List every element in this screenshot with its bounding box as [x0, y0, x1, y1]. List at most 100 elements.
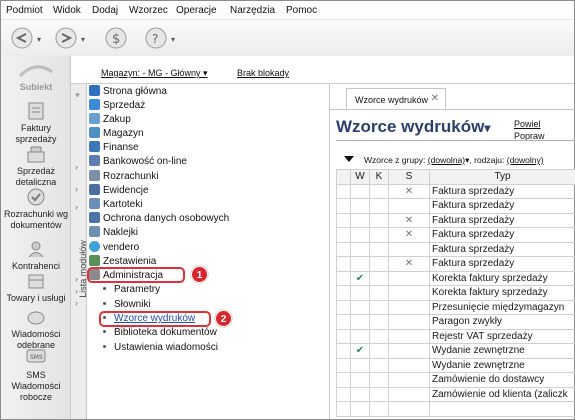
records-icon [89, 184, 100, 195]
nav-towary-i-uslugi[interactable]: Towary i usługi [1, 271, 71, 304]
templates-table: W K S Typ ✕ Faktura sprzedaży Faktura sprz… [336, 169, 575, 417]
row-selector-cell [336, 270, 351, 286]
inbox-icon [27, 311, 45, 325]
cell-w [350, 314, 370, 330]
row-selector-cell [336, 256, 351, 272]
tree-item-sprzedaz[interactable]: Sprzedaż [89, 99, 145, 112]
filter-kind-select[interactable]: (dowolny) [507, 155, 544, 165]
tree-item-finanse[interactable]: Finanse [89, 141, 139, 154]
column-header-k[interactable]: K [369, 169, 389, 185]
context-bar: Magazyn: - MG - Główny ▾ Brak blokady [71, 56, 574, 84]
nav-label: Faktury sprzedaży [15, 123, 57, 144]
module-list-strip[interactable]: ⌖ › › › › › › Lista modułów [71, 84, 88, 419]
table-row[interactable]: ✕ Faktura sprzedaży [336, 212, 575, 228]
table-row[interactable]: ✕ Faktura sprzedaży [336, 227, 575, 243]
table-row[interactable]: Faktura sprzedaży [336, 241, 575, 257]
table-row[interactable]: Wydanie zewnętrzne [336, 357, 575, 373]
table-row[interactable] [336, 401, 575, 417]
tree-child-ustawienia-wiadomosci[interactable]: Ustawienia wiadomości [103, 342, 218, 353]
tree-item-bankowosc[interactable]: Bankowość on-line [89, 155, 187, 168]
powiel-link[interactable]: Powiel [514, 118, 545, 130]
column-header-s[interactable]: S [388, 169, 430, 185]
menu-dodaj[interactable]: Dodaj [92, 5, 118, 16]
tree-item-ewidencje[interactable]: Ewidencje [89, 184, 149, 197]
cell-k [369, 372, 389, 388]
nav-wiadomosci-odebrane[interactable]: Wiadomości odebrane [1, 309, 71, 351]
forward-button[interactable]: ▾ [51, 24, 95, 52]
bullet-icon [103, 330, 106, 333]
tree-item-label: Kartoteki [103, 199, 143, 210]
tab-label: Wzorce wydruków [355, 95, 429, 105]
table-row[interactable]: Korekta faktury sprzedaży [336, 285, 575, 301]
cell-typ: Faktura sprzedaży [429, 256, 575, 272]
tree-item-label: Magazyn [103, 128, 144, 139]
warehouse-icon [89, 127, 100, 138]
column-header-w[interactable]: W [350, 169, 370, 185]
callout-frame-2 [99, 311, 211, 327]
table-row[interactable]: ✕ Faktura sprzedaży [336, 183, 575, 199]
page-title[interactable]: Wzorce wydruków▾ [336, 117, 490, 137]
tree-child-biblioteka[interactable]: Biblioteka dokumentów [103, 327, 217, 338]
table-row[interactable]: Rejestr VAT sprzedaży [336, 328, 575, 344]
nav-sprzedaz-detaliczna[interactable]: Sprzedaż detaliczna [1, 144, 71, 188]
collapse-filter-icon[interactable] [344, 156, 354, 162]
cell-w [350, 299, 370, 315]
table-row[interactable]: Faktura sprzedaży [336, 198, 575, 214]
tab-wzorce-wydrukow[interactable]: Wzorce wydruków ✕ [346, 88, 446, 109]
tree-item-strona-glowna[interactable]: Strona główna [89, 85, 167, 98]
filter-group-select[interactable]: (dowolna) [428, 155, 465, 165]
app-logo: Subiekt [1, 62, 71, 93]
nav-label: Sprzedaż detaliczna [15, 166, 57, 187]
table-row[interactable]: Paragon zwykły [336, 314, 575, 330]
tree-item-magazyn[interactable]: Magazyn [89, 127, 144, 140]
tree-item-label: Zakup [103, 114, 131, 125]
nav-rozrachunki[interactable]: Rozrachunki wg dokumentów [1, 187, 71, 231]
content-panel: Wzorce wydruków ✕ Wzorce wydruków▾ Powie… [329, 84, 575, 419]
tree-item-kartoteki[interactable]: Kartoteki [89, 198, 142, 211]
tree-item-zakup[interactable]: Zakup [89, 113, 131, 126]
tree-item-rozrachunki[interactable]: Rozrachunki [89, 170, 159, 183]
cell-k [369, 357, 389, 373]
cell-w [350, 386, 370, 402]
table-row[interactable]: ✔ Korekta faktury sprzedaży [336, 270, 575, 286]
table-row[interactable]: ✕ Faktura sprzedaży [336, 256, 575, 272]
menu-podmiot[interactable]: Podmiot [6, 5, 43, 16]
lock-status-link[interactable]: Brak blokady [237, 68, 289, 78]
cell-k [369, 198, 389, 214]
menu-widok[interactable]: Widok [53, 5, 81, 16]
tree-child-parametry[interactable]: Parametry [103, 284, 160, 295]
back-button[interactable]: ▾ [7, 24, 51, 52]
tree-item-ochrona-danych[interactable]: Ochrona danych osobowych [89, 212, 229, 225]
cell-typ: Wydanie zewnętrzne [429, 357, 575, 373]
close-icon[interactable]: ✕ [431, 93, 439, 104]
nav-faktury-sprzedazy[interactable]: Faktury sprzedaży [1, 101, 71, 145]
help-button[interactable]: ? ▾ [141, 24, 185, 52]
menu-wzorzec[interactable]: Wzorzec [129, 5, 168, 16]
app-logo-text: Subiekt [19, 82, 53, 92]
menu-operacje[interactable]: Operacje [176, 5, 217, 16]
cell-typ: Faktura sprzedaży [429, 183, 575, 199]
menu-narzedzia[interactable]: Narzędzia [230, 5, 275, 16]
table-row[interactable]: Przesunięcie międzymagazyn [336, 299, 575, 315]
cell-typ: Faktura sprzedaży [429, 212, 575, 228]
tree-item-vendero[interactable]: vendero [89, 241, 139, 254]
menu-pomoc[interactable]: Pomoc [286, 5, 317, 16]
cell-k [369, 386, 389, 402]
cash-button[interactable]: $ [101, 24, 131, 52]
column-header-typ[interactable]: Typ [429, 169, 575, 185]
nav-kontrahenci[interactable]: Kontrahenci [1, 239, 71, 272]
cell-s [388, 198, 430, 214]
table-row[interactable]: Zamówienie od klienta (zaliczk [336, 386, 575, 402]
cell-s: ✕ [388, 256, 430, 272]
tree-item-naklejki[interactable]: Naklejki [89, 226, 138, 239]
warehouse-selector[interactable]: Magazyn: - MG - Główny ▾ [101, 68, 208, 79]
tree-child-slowniki[interactable]: Słowniki [103, 299, 151, 310]
cell-w [350, 212, 370, 228]
tree-item-label: Naklejki [103, 227, 139, 238]
cell-s: ✕ [388, 227, 430, 243]
nav-sms-wiadomosci-robocze[interactable]: SMS SMS Wiadomości robocze [1, 348, 71, 403]
table-row[interactable]: Zamówienie do dostawcy [336, 372, 575, 388]
cell-w [350, 328, 370, 344]
table-row[interactable]: ✔ Wydanie zewnętrzne [336, 343, 575, 359]
card-index-icon [89, 198, 100, 209]
